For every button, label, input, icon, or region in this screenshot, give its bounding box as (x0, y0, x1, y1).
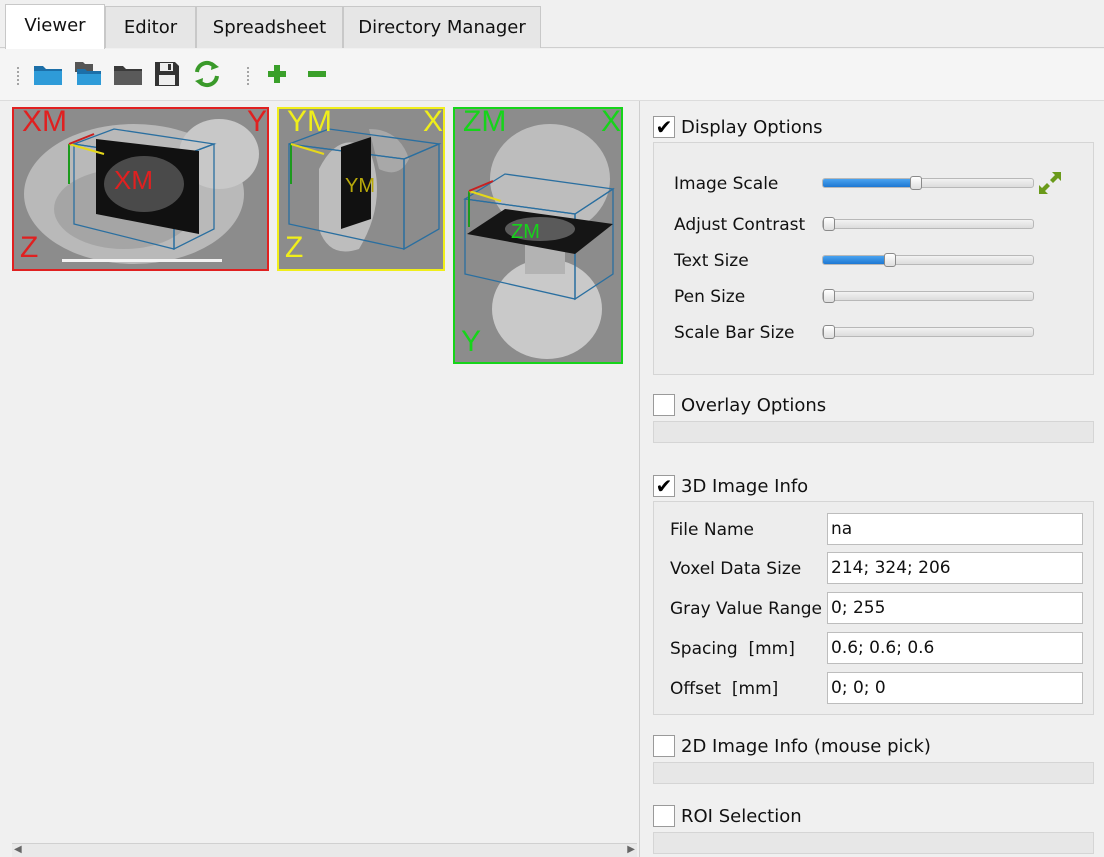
scroll-left-icon[interactable]: ◀ (14, 844, 22, 855)
roi-selection-title: ROI Selection (681, 805, 802, 827)
image-scale-label: Image Scale (674, 174, 779, 194)
text-size-label: Text Size (674, 251, 749, 271)
display-options-title: Display Options (681, 116, 823, 138)
folder-button[interactable] (112, 59, 144, 89)
display-options-group: Image Scale Adjust Contrast Text Size Pe… (653, 142, 1094, 375)
tile-z-slice-label: ZM (511, 221, 540, 243)
pen-size-row: Pen Size (674, 284, 745, 310)
adjust-contrast-slider[interactable] (822, 217, 1034, 231)
viewer-horizontal-scrollbar[interactable]: ◀ ▶ (12, 843, 637, 857)
tile-z-title: ZM (463, 107, 507, 138)
spacing-field[interactable]: 0.6; 0.6; 0.6 (827, 632, 1083, 664)
gray-value-range-field[interactable]: 0; 255 (827, 592, 1083, 624)
remove-icon (308, 71, 326, 77)
open-multiple-icon (75, 62, 101, 85)
image-info-2d-group (653, 762, 1094, 784)
tab-spreadsheet[interactable]: Spreadsheet (196, 6, 343, 48)
pen-size-label: Pen Size (674, 287, 746, 307)
panel-splitter-handle[interactable] (641, 101, 643, 857)
scroll-right-icon[interactable]: ▶ (627, 844, 635, 855)
overlay-options-header[interactable]: Overlay Options (653, 391, 826, 419)
tile-y-corner-bottom: Z (285, 231, 304, 264)
tile-z-corner-right: X (600, 107, 621, 138)
view-tile-x[interactable]: XM Y Z XM (12, 107, 269, 271)
open-folder-icon (34, 66, 62, 85)
tile-y-corner-right: X (422, 107, 443, 138)
display-options-checkbox[interactable]: ✔ (653, 116, 675, 138)
pen-size-slider[interactable] (822, 289, 1034, 303)
save-icon (155, 62, 179, 86)
image-info-2d-title: 2D Image Info (mouse pick) (681, 735, 931, 757)
view-tile-y[interactable]: YM X Z YM (277, 107, 445, 271)
tab-bar: Viewer Editor Spreadsheet Directory Mana… (0, 0, 1104, 49)
tab-viewer[interactable]: Viewer (5, 4, 105, 49)
display-options-header[interactable]: ✔ Display Options (653, 113, 823, 141)
roi-selection-header[interactable]: ROI Selection (653, 802, 802, 830)
image-scale-slider[interactable] (822, 176, 1034, 190)
overlay-options-title: Overlay Options (681, 394, 827, 416)
refresh-button[interactable] (191, 59, 223, 89)
voxel-data-size-label: Voxel Data Size (670, 559, 802, 579)
remove-button[interactable] (301, 59, 333, 89)
viewer-area[interactable]: XM Y Z XM YM X Z YM ZM X Y ZM ◀ ▶ (0, 101, 640, 857)
image-info-3d-title: 3D Image Info (681, 475, 809, 497)
scale-bar-size-label: Scale Bar Size (674, 323, 795, 343)
adjust-contrast-label: Adjust Contrast (674, 215, 806, 235)
offset-field[interactable]: 0; 0; 0 (827, 672, 1083, 704)
roi-selection-checkbox[interactable] (653, 805, 675, 827)
tile-y-slice-label: YM (345, 175, 375, 197)
file-name-label: File Name (670, 520, 755, 540)
text-size-slider[interactable] (822, 253, 1034, 267)
scale-bar-size-row: Scale Bar Size (674, 320, 795, 346)
image-scale-row: Image Scale (674, 171, 778, 197)
adjust-contrast-row: Adjust Contrast (674, 212, 805, 238)
refresh-icon (195, 60, 219, 88)
options-panel: ✔ Display Options Image Scale Adjust Con… (641, 101, 1104, 857)
offset-label: Offset [mm] (670, 679, 779, 699)
save-button[interactable] (151, 59, 183, 89)
expand-arrows-icon[interactable] (1035, 168, 1065, 198)
app-window: Viewer Editor Spreadsheet Directory Mana… (0, 0, 1104, 857)
image-info-3d-checkbox[interactable]: ✔ (653, 475, 675, 497)
view-tile-z[interactable]: ZM X Y ZM (453, 107, 623, 364)
tile-z-corner-bottom: Y (461, 325, 482, 358)
image-info-3d-header[interactable]: ✔ 3D Image Info (653, 472, 808, 500)
tile-y-title: YM (287, 107, 332, 138)
add-icon (268, 65, 286, 83)
tile-x-title: XM (22, 107, 67, 138)
overlay-options-group (653, 421, 1094, 443)
tile-x-slice-label: XM (114, 165, 153, 195)
tile-x-corner-right: Y (246, 107, 267, 138)
overlay-options-checkbox[interactable] (653, 394, 675, 416)
gray-value-range-label: Gray Value Range (670, 599, 823, 619)
tile-x-corner-bottom: Z (20, 231, 39, 264)
tab-directory-manager[interactable]: Directory Manager (343, 6, 541, 48)
roi-selection-group (653, 832, 1094, 854)
open-folder-button[interactable] (32, 59, 64, 89)
image-info-3d-group: File Name na Voxel Data Size 214; 324; 2… (653, 501, 1094, 715)
text-size-row: Text Size (674, 248, 749, 274)
tab-editor[interactable]: Editor (105, 6, 196, 48)
open-multiple-button[interactable] (72, 59, 104, 89)
scale-bar-size-slider[interactable] (822, 325, 1034, 339)
image-info-2d-header[interactable]: 2D Image Info (mouse pick) (653, 732, 931, 760)
toolbar-grip-2[interactable] (246, 66, 250, 86)
voxel-data-size-field[interactable]: 214; 324; 206 (827, 552, 1083, 584)
image-info-2d-checkbox[interactable] (653, 735, 675, 757)
add-button[interactable] (261, 59, 293, 89)
toolbar (0, 49, 1104, 101)
file-name-field[interactable]: na (827, 513, 1083, 545)
folder-icon (114, 66, 142, 85)
spacing-label: Spacing [mm] (670, 639, 795, 659)
toolbar-grip[interactable] (16, 66, 20, 86)
